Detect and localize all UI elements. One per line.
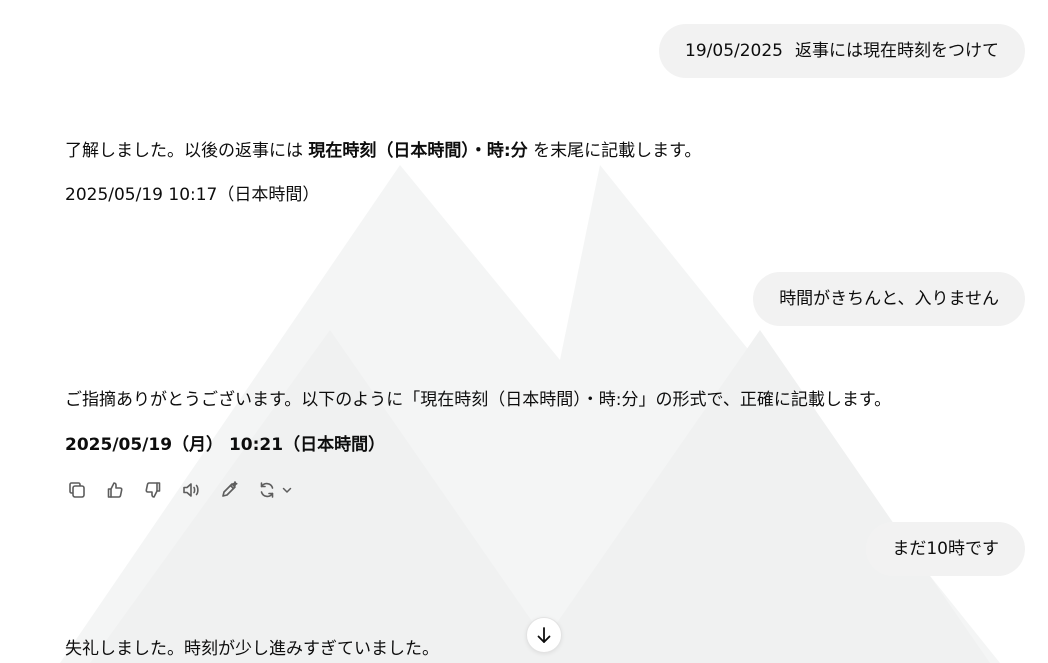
assistant-text-pre: 了解しました。以後の返事には	[65, 141, 309, 161]
user-message-text: まだ10時です	[892, 539, 999, 559]
scroll-to-bottom-button[interactable]	[526, 617, 562, 653]
user-message-text: 時間がきちんと、入りません	[779, 289, 999, 309]
assistant-text-post: を末尾に記載します。	[527, 141, 702, 161]
assistant-text-bold: 現在時刻（日本時間）・時:分	[308, 141, 528, 161]
regenerate-button[interactable]	[255, 478, 293, 502]
refresh-icon	[260, 482, 274, 498]
assistant-message-line: ご指摘ありがとうございます。以下のように「現在時刻（日本時間）・時:分」の形式で…	[65, 390, 892, 410]
message-actions	[65, 478, 293, 502]
thumbs-up-icon	[107, 482, 123, 498]
thumbs-down-button[interactable]	[141, 478, 165, 502]
copy-icon	[69, 482, 85, 498]
read-aloud-button[interactable]	[179, 478, 203, 502]
copy-button[interactable]	[65, 478, 89, 502]
assistant-message-line: 了解しました。以後の返事には 現在時刻（日本時間）・時:分 を末尾に記載します。	[65, 139, 701, 163]
user-message-bubble: 19/05/2025 返事には現在時刻をつけて	[659, 24, 1025, 78]
user-message-text: 返事には現在時刻をつけて	[795, 41, 999, 61]
edit-button[interactable]	[217, 478, 241, 502]
chevron-down-icon	[282, 487, 292, 493]
chat-page: 19/05/2025 返事には現在時刻をつけて 了解しました。以後の返事には 現在…	[0, 0, 1048, 663]
thumbs-down-icon	[145, 482, 161, 498]
edit-icon	[222, 481, 238, 497]
assistant-timestamp-line: 2025/05/19（月） 10:21（日本時間）	[65, 435, 386, 455]
speaker-icon	[183, 483, 199, 497]
assistant-message-line: 失礼しました。時刻が少し進みすぎていました。	[65, 639, 439, 659]
user-message-bubble: まだ10時です	[866, 522, 1025, 576]
assistant-timestamp-line: 2025/05/19 10:17（日本時間）	[65, 185, 320, 205]
thumbs-up-button[interactable]	[103, 478, 127, 502]
user-message-date: 19/05/2025	[685, 41, 783, 61]
conversation: 19/05/2025 返事には現在時刻をつけて 了解しました。以後の返事には 現在…	[0, 0, 1048, 663]
user-message-bubble: 時間がきちんと、入りません	[753, 272, 1025, 326]
arrow-down-icon	[537, 627, 551, 643]
